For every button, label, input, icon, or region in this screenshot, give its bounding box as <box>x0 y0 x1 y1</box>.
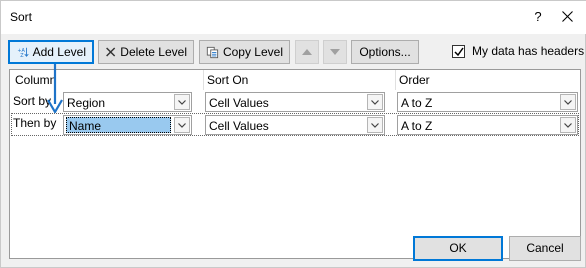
column-separator <box>203 70 204 90</box>
dropdown-button[interactable] <box>560 94 576 110</box>
dropdown-button[interactable] <box>174 94 190 110</box>
delete-level-button[interactable]: Delete Level <box>98 40 194 64</box>
dialog-title: Sort <box>10 10 33 24</box>
help-button[interactable]: ? <box>527 7 549 27</box>
options-label: Options... <box>359 45 411 59</box>
chevron-down-icon <box>371 99 379 105</box>
dropdown-button[interactable] <box>174 117 190 133</box>
delete-x-icon <box>106 47 116 57</box>
sort-by-sort-on-select[interactable]: Cell Values <box>205 92 385 112</box>
delete-level-label: Delete Level <box>120 45 187 59</box>
chevron-down-icon <box>178 99 186 105</box>
close-button[interactable] <box>553 5 581 29</box>
options-button[interactable]: Options... <box>351 40 419 64</box>
copy-level-button[interactable]: Copy Level <box>199 40 290 64</box>
dropdown-button[interactable] <box>560 117 576 133</box>
checkmark-icon <box>454 47 464 56</box>
headers-checkbox-label: My data has headers <box>472 44 585 58</box>
add-level-button[interactable]: +A Z Add Level <box>8 40 94 64</box>
cancel-button[interactable]: Cancel <box>509 236 581 261</box>
add-level-icon: +A Z <box>17 47 29 59</box>
dropdown-button[interactable] <box>367 94 383 110</box>
chevron-down-icon <box>564 122 572 128</box>
headers-checkbox[interactable] <box>452 44 465 58</box>
select-value: Cell Values <box>209 96 269 110</box>
close-icon <box>561 11 573 22</box>
sort-dialog: Sort ? +A Z Add Level Delete Level Copy … <box>0 0 586 268</box>
copy-level-label: Copy Level <box>222 45 283 59</box>
dropdown-button[interactable] <box>367 117 383 133</box>
then-by-sort-on-select[interactable]: Cell Values <box>205 115 385 135</box>
chevron-down-icon <box>564 99 572 105</box>
move-down-button[interactable] <box>323 40 347 64</box>
select-value: A to Z <box>401 96 433 110</box>
then-by-order-select[interactable]: A to Z <box>397 115 578 135</box>
move-up-button[interactable] <box>295 40 319 64</box>
select-value: A to Z <box>401 119 433 133</box>
ok-button[interactable]: OK <box>413 236 503 261</box>
title-bar: Sort ? <box>1 1 586 34</box>
chevron-down-icon <box>178 122 186 128</box>
sort-by-order-select[interactable]: A to Z <box>397 92 578 112</box>
callout-arrow-icon <box>47 64 63 114</box>
select-value: Region <box>67 96 106 110</box>
sort-levels-grid: Column Sort On Order Sort by Region Cell… <box>9 69 581 259</box>
move-up-icon <box>302 49 312 55</box>
select-value: Cell Values <box>209 119 269 133</box>
add-level-label: Add Level <box>32 45 86 59</box>
sort-by-column-select[interactable]: Region <box>63 92 192 112</box>
my-data-has-headers[interactable]: My data has headers <box>452 44 584 58</box>
move-down-icon <box>330 49 340 55</box>
chevron-down-icon <box>371 122 379 128</box>
order-header: Order <box>399 73 430 87</box>
column-separator <box>395 70 396 90</box>
select-value: Name <box>66 117 171 133</box>
copy-icon <box>206 46 219 58</box>
then-by-label: Then by <box>13 116 57 130</box>
sort-on-header: Sort On <box>207 73 249 87</box>
then-by-column-select[interactable]: Name <box>63 115 192 135</box>
